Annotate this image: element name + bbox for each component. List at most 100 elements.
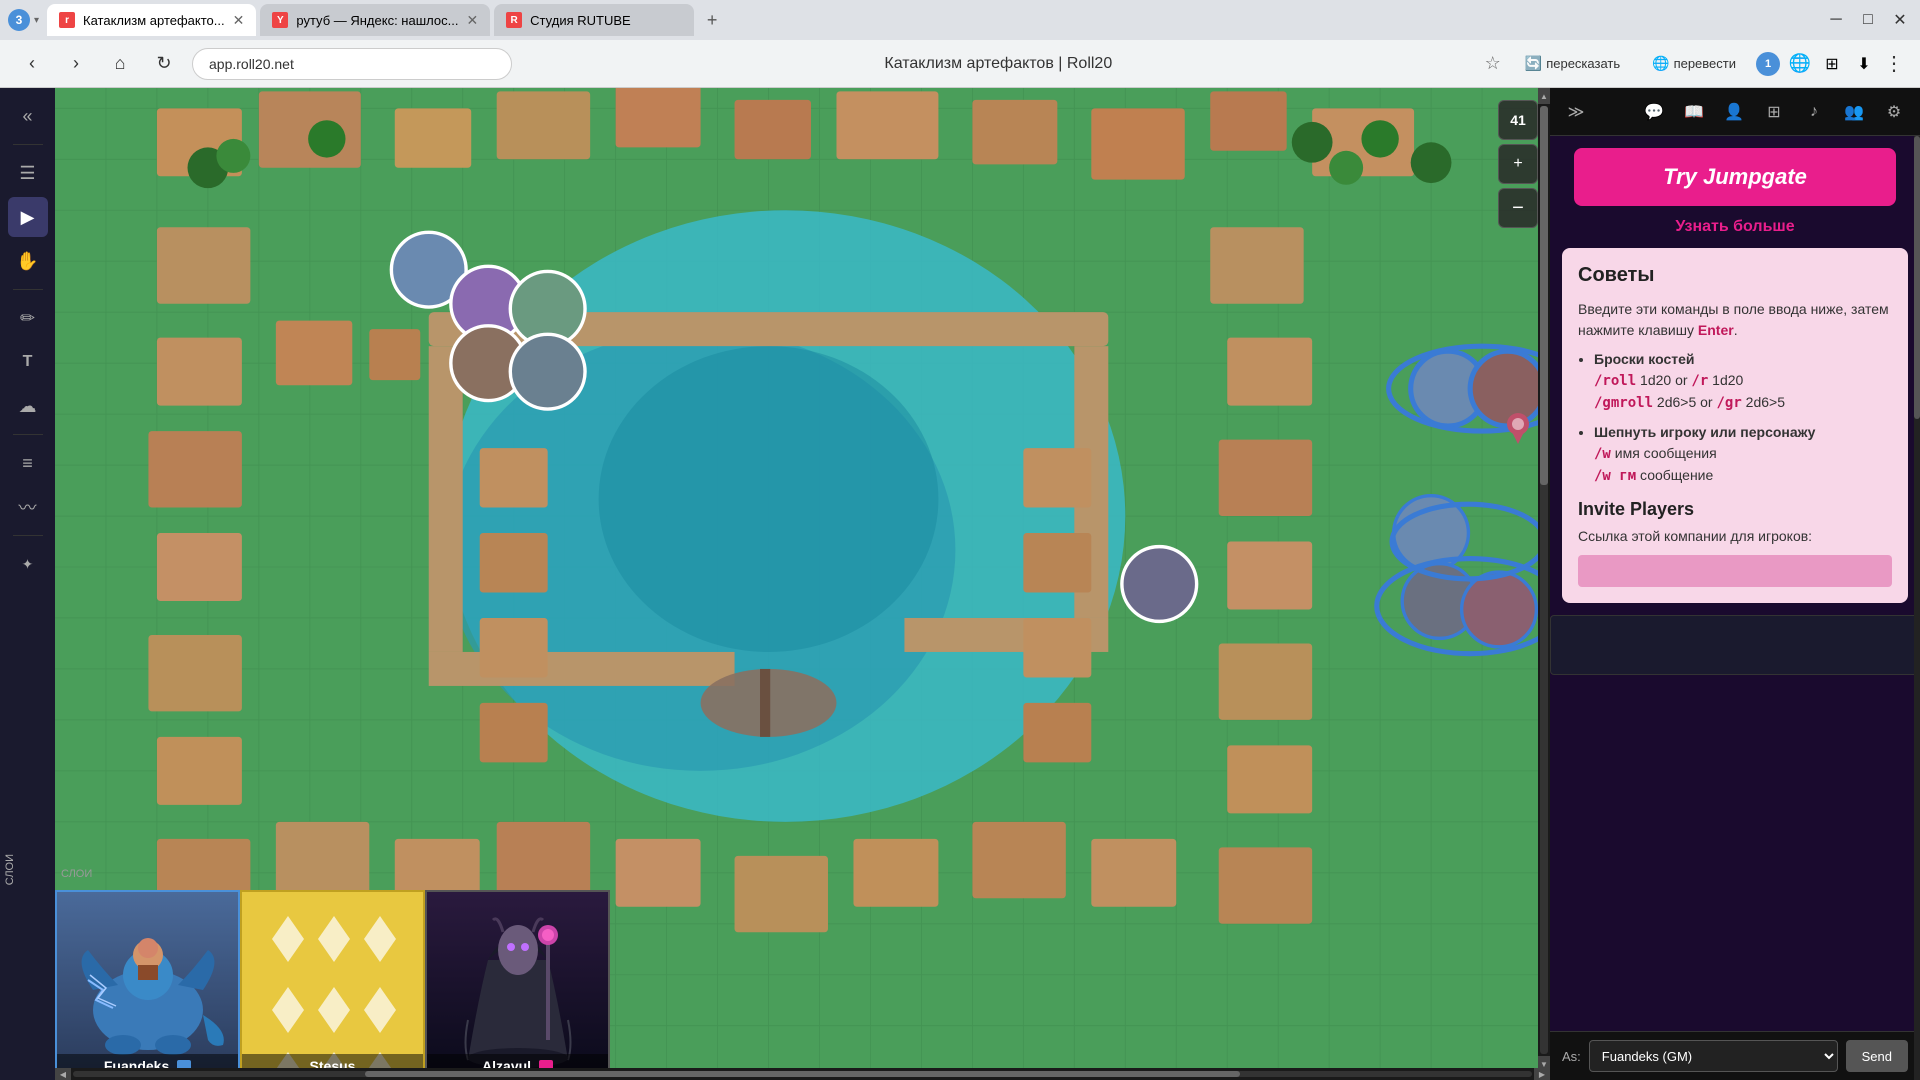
invite-link-box[interactable] (1578, 555, 1892, 587)
invite-label: Ссылка этой компании для игроков: (1578, 526, 1892, 547)
refresh-button[interactable]: ↻ (148, 48, 180, 80)
players-panel-button[interactable]: 👥 (1836, 94, 1872, 130)
scroll-up-arrow[interactable]: ▲ (1538, 88, 1550, 104)
token-stesus[interactable]: Stesus (240, 890, 425, 1080)
wgm-cmd: /w гм (1594, 468, 1636, 484)
minimize-button[interactable]: ─ (1824, 8, 1848, 32)
map-pin[interactable] (1498, 408, 1538, 448)
enter-keyword: Enter (1698, 322, 1734, 338)
tab-roll20[interactable]: r Катаклизм артефакто... ✕ (47, 4, 256, 36)
music-panel-button[interactable]: ♪ (1796, 94, 1832, 130)
tab-favicon-roll20: r (59, 12, 75, 28)
panel-scroll-thumb[interactable] (1914, 136, 1920, 419)
fuandeks-character-art (68, 900, 228, 1070)
layers-label: СЛОИ (4, 854, 16, 885)
toolbar-sep-1 (13, 144, 43, 145)
horizontal-scrollbar[interactable]: ◀ ▶ (55, 1068, 1550, 1080)
download-icon[interactable]: ⬇ (1852, 52, 1876, 76)
dynamic-lighting-button[interactable]: 〰 (8, 487, 48, 527)
tab-group-arrow[interactable]: ▾ (34, 15, 39, 26)
toolbar-sep-3 (13, 434, 43, 435)
w-cmd: /w (1594, 446, 1611, 462)
tips-list: Броски костей /roll 1d20 or /r 1d20 /gmr… (1578, 349, 1892, 487)
globe-icon[interactable]: 🌐 (1788, 52, 1812, 76)
toolbar-sep-4 (13, 535, 43, 536)
journal-panel-button[interactable]: 📖 (1676, 94, 1712, 130)
chat-send-button[interactable]: Send (1846, 1040, 1908, 1072)
forward-button[interactable]: › (60, 48, 92, 80)
right-panel: ≫ 💬 📖 👤 ⊞ ♪ 👥 ⚙ Try Jumpgate Узнать боль… (1550, 88, 1920, 1080)
left-toolbar: « ☰ ▶ ✋ ✏ T ☁ ≡ 〰 ✦ СЛОИ (0, 88, 55, 1080)
address-input[interactable]: app.roll20.net (192, 48, 512, 80)
tips-dice-heading: Броски костей (1594, 351, 1695, 367)
zoom-in-button[interactable]: + (1498, 144, 1538, 184)
chat-send-area: As: Fuandeks (GM) Send (1550, 1031, 1920, 1080)
tab-grid-icon[interactable]: ⊞ (1820, 52, 1844, 76)
token-fuandeks[interactable]: Fuandeks (55, 890, 240, 1080)
collapse-sidebar-button[interactable]: « (8, 96, 48, 136)
tab-title-roll20: Катаклизм артефакто... (83, 13, 225, 28)
fx-tool-button[interactable]: ☁ (8, 386, 48, 426)
retell-label: пересказать (1546, 56, 1620, 71)
address-bar: ‹ › ⌂ ↻ app.roll20.net Катаклизм артефак… (0, 40, 1920, 88)
back-button[interactable]: ‹ (16, 48, 48, 80)
layers-button[interactable]: ≡ (8, 443, 48, 483)
chat-input[interactable] (1550, 615, 1920, 675)
home-button[interactable]: ⌂ (104, 48, 136, 80)
actions-button[interactable]: ✦ (8, 544, 48, 584)
tips-whisper-heading: Шепнуть игроку или персонажу (1594, 424, 1815, 440)
translate-button[interactable]: 🌐 перевести (1640, 48, 1748, 80)
table-panel-button[interactable]: ⊞ (1756, 94, 1792, 130)
scroll-thumb[interactable] (365, 1071, 1240, 1077)
gr-cmd: /gr (1716, 395, 1741, 411)
close-window-button[interactable]: ✕ (1888, 8, 1912, 32)
w-text: имя сообщения (1615, 445, 1717, 461)
zoom-out-button[interactable]: − (1498, 188, 1538, 228)
tab-rutube-yandex[interactable]: Y рутуб — Яндекс: нашлос... ✕ (260, 4, 490, 36)
hand-tool-button[interactable]: ✋ (8, 241, 48, 281)
r-text: 1d20 (1712, 372, 1743, 388)
extension-badge[interactable]: 1 (1756, 52, 1780, 76)
chat-input-area (1550, 615, 1920, 675)
tab-bar: 3 ▾ r Катаклизм артефакто... ✕ Y рутуб —… (0, 0, 1920, 40)
vertical-scroll-thumb[interactable] (1540, 106, 1548, 485)
maximize-button[interactable]: □ (1856, 8, 1880, 32)
tips-section: Советы Введите эти команды в поле ввода … (1562, 248, 1908, 603)
address-text: app.roll20.net (209, 56, 294, 72)
panel-scroll-area[interactable]: Try Jumpgate Узнать больше Советы Введит… (1550, 136, 1920, 1031)
more-menu-button[interactable]: ⋮ (1884, 51, 1904, 76)
panel-expand-button[interactable]: ≫ (1558, 94, 1594, 130)
character-panel-button[interactable]: 👤 (1716, 94, 1752, 130)
vertical-scrollbar[interactable]: ▲ ▼ (1538, 88, 1550, 1068)
vertical-scroll-track[interactable] (1540, 106, 1548, 1054)
bookmark-button[interactable]: ☆ (1485, 53, 1501, 74)
chat-panel-button[interactable]: 💬 (1636, 94, 1672, 130)
map-area[interactable]: 41 + − (55, 88, 1550, 1080)
tab-rutube-studio[interactable]: R Студия RUTUBE (494, 4, 694, 36)
jumpgate-banner[interactable]: Try Jumpgate (1574, 148, 1896, 206)
roll-cmd: /roll (1594, 373, 1636, 389)
tab-favicon-rutube: R (506, 12, 522, 28)
tab-group-indicator[interactable]: 3 (8, 9, 30, 31)
map-counter: 41 (1498, 100, 1538, 140)
menu-button[interactable]: ☰ (8, 153, 48, 193)
text-tool-button[interactable]: T (8, 342, 48, 382)
token-alzavul[interactable]: Alzavul (425, 890, 610, 1080)
gr-text: 2d6>5 (1746, 394, 1785, 410)
learn-more-link[interactable]: Узнать больше (1562, 218, 1908, 236)
play-button[interactable]: ▶ (8, 197, 48, 237)
chat-as-select[interactable]: Fuandeks (GM) (1589, 1040, 1838, 1072)
scroll-left-arrow[interactable]: ◀ (55, 1068, 71, 1080)
tab-close-roll20[interactable]: ✕ (233, 12, 245, 29)
panel-scrollbar[interactable] (1914, 136, 1920, 1080)
browser-actions: 🔄 пересказать 🌐 перевести 1 🌐 ⊞ ⬇ ⋮ (1513, 48, 1904, 80)
scroll-down-arrow[interactable]: ▼ (1538, 1056, 1550, 1072)
retell-button[interactable]: 🔄 пересказать (1513, 48, 1632, 80)
main-content: « ☰ ▶ ✋ ✏ T ☁ ≡ 〰 ✦ СЛОИ (0, 88, 1920, 1080)
new-tab-button[interactable]: + (698, 6, 726, 34)
roll-text1: 1d20 or (1640, 372, 1691, 388)
draw-tool-button[interactable]: ✏ (8, 298, 48, 338)
scroll-track[interactable] (73, 1071, 1532, 1077)
settings-panel-button[interactable]: ⚙ (1876, 94, 1912, 130)
tab-close-yandex[interactable]: ✕ (466, 12, 478, 29)
